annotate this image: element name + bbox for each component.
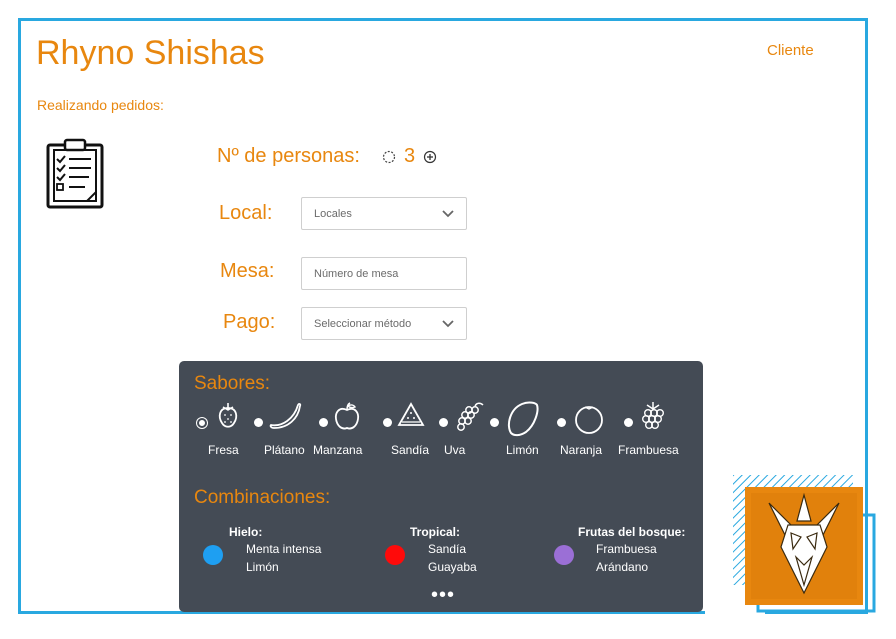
combo-line: Menta intensa — [246, 542, 322, 556]
page-subtitle: Realizando pedidos: — [37, 97, 164, 113]
radio-button[interactable] — [383, 418, 392, 427]
combo-line: Guayaba — [428, 560, 477, 574]
flavor-label: Naranja — [560, 443, 603, 457]
persons-label: Nº de personas: — [217, 145, 360, 167]
orange-icon — [575, 406, 603, 434]
combo-line: Arándano — [596, 560, 649, 574]
combo-line: Limón — [246, 560, 279, 574]
radio-button[interactable] — [319, 418, 328, 427]
local-select[interactable]: Locales — [301, 197, 467, 230]
pago-label: Pago: — [223, 311, 276, 333]
pago-select-value: Seleccionar método — [314, 317, 412, 330]
brand-title: Rhyno Shishas — [36, 34, 265, 72]
flavor-label: Limón — [506, 443, 539, 457]
radio-button[interactable] — [439, 418, 448, 427]
flavor-label: Plátano — [264, 443, 305, 457]
flavor-label: Frambuesa — [618, 443, 679, 457]
combo-name: Frutas del bosque: — [578, 525, 686, 539]
combo-name: Hielo: — [229, 525, 263, 539]
strawberry-icon — [218, 403, 238, 428]
combo-line: Frambuesa — [596, 542, 657, 556]
chevron-down-icon — [442, 319, 454, 327]
lemon-icon — [507, 401, 539, 437]
apple-icon — [334, 402, 360, 430]
chevron-down-icon — [442, 209, 454, 217]
client-link[interactable]: Cliente — [767, 42, 814, 59]
more-icon[interactable]: ••• — [431, 585, 455, 605]
persons-count: 3 — [404, 145, 416, 167]
flavor-panel: Sabores: Fresa Plátano Manzana Sandía Uv… — [179, 361, 703, 612]
flavor-label: Sandía — [391, 443, 430, 457]
raspberry-icon — [641, 402, 665, 430]
flavor-label: Fresa — [208, 443, 239, 457]
radio-selected[interactable] — [197, 418, 207, 428]
combo-color-dot[interactable] — [385, 545, 405, 565]
flavor-label: Manzana — [313, 443, 363, 457]
combo-color-dot[interactable] — [203, 545, 223, 565]
flavor-list: Fresa Plátano Manzana Sandía Uva Limón N… — [189, 401, 701, 461]
combo-name: Tropical: — [410, 525, 461, 539]
combo-line: Sandía — [428, 542, 467, 556]
flavor-label: Uva — [444, 443, 466, 457]
persons-stepper: 3 — [382, 145, 437, 168]
mesa-input[interactable] — [314, 267, 454, 280]
rhino-logo — [733, 475, 881, 622]
mesa-label: Mesa: — [220, 260, 275, 282]
clipboard-icon — [45, 137, 105, 214]
radio-button[interactable] — [624, 418, 633, 427]
combinations-title: Combinaciones: — [194, 487, 331, 508]
decrement-icon[interactable] — [382, 150, 396, 164]
flavors-title: Sabores: — [194, 373, 271, 394]
radio-button[interactable] — [254, 418, 263, 427]
radio-button[interactable] — [490, 418, 499, 427]
watermelon-icon — [397, 402, 425, 426]
mesa-field[interactable] — [301, 257, 467, 290]
combo-color-dot[interactable] — [554, 545, 574, 565]
banana-icon — [269, 403, 302, 429]
increment-icon[interactable] — [423, 150, 437, 164]
pago-select[interactable]: Seleccionar método — [301, 307, 467, 340]
local-label: Local: — [219, 202, 273, 224]
grape-icon — [457, 402, 484, 431]
local-select-value: Locales — [314, 207, 352, 220]
radio-button[interactable] — [557, 418, 566, 427]
